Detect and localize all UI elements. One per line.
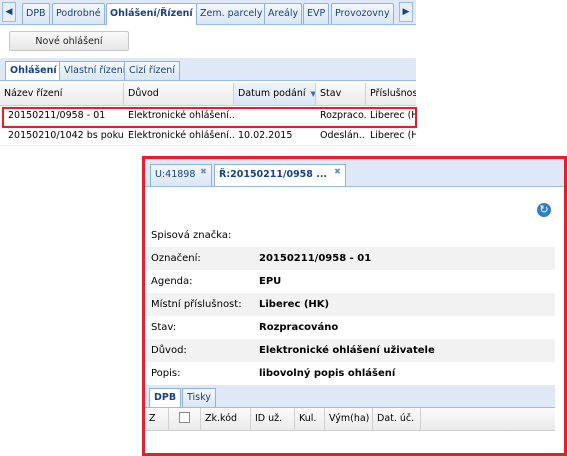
column-header-datum[interactable]: Datum podání ▼ [234,83,316,105]
toolbar: Nové ohlášení [0,25,416,55]
detail-panel: U:41898 ✖ Ř:20150211/0958 ... ✖ ↻ Spisov… [142,156,567,456]
field-duvod: Důvod: Elektronické ohlášení uživatele [145,339,555,362]
select-all-checkbox[interactable] [179,412,190,423]
field-value: Elektronické ohlášení uživatele [259,345,435,356]
tab-user-detail[interactable]: U:41898 ✖ [150,164,212,186]
field-value: EPU [259,276,282,287]
cell-name: 20150210/1042 bs pokus [8,130,124,141]
grid-header: Název řízení Důvod Datum podání ▼ Stav P… [0,83,416,106]
tab-arealy[interactable]: Areály [264,3,303,24]
column-header-datum-label: Datum podání [238,88,306,99]
tabs-scroll-right-icon[interactable]: ▶ [399,2,413,22]
cell-reason: Elektronické ohlášení... [128,130,234,141]
selected-row-highlight [2,107,417,128]
tab-zem-parcely[interactable]: Zem. parcely [196,3,267,24]
field-label: Místní příslušnost: [151,299,242,310]
cell-locality: Liberec (HK) [370,130,416,141]
field-label: Důvod: [151,345,187,356]
column-header-kul[interactable]: Kul. [295,408,325,430]
new-report-button[interactable]: Nové ohlášení [9,31,129,51]
field-label: Spisová značka: [151,230,232,241]
table-row[interactable]: 20150210/1042 bs pokus Elektronické ohlá… [0,126,416,146]
column-header-dat-uc[interactable]: Dat. úč. [373,408,421,430]
close-icon[interactable]: ✖ [199,167,208,176]
tab-evp[interactable]: EVP [303,3,330,24]
field-label: Označení: [151,253,201,264]
field-label: Popis: [151,368,181,379]
tab-rizeni-label: Ř:20150211/0958 ... [219,169,328,180]
column-header-vym[interactable]: Vým(ha) [325,408,373,430]
tab-vlastni-rizeni[interactable]: Vlastní řízení [59,61,131,80]
field-spisova-znacka: Spisová značka: [145,224,555,247]
sub-tab-strip: Ohlášení Vlastní řízení Cizí řízení [0,58,416,81]
field-mistni-prislusnost: Místní příslušnost: Liberec (HK) [145,293,555,316]
detail-tab-strip: U:41898 ✖ Ř:20150211/0958 ... ✖ [145,159,564,187]
tab-ohlaseni-rizeni[interactable]: Ohlášení/Řízení [106,3,197,25]
tab-dpb[interactable]: DPB [22,3,50,24]
field-value: Liberec (HK) [259,299,330,310]
tabs-scroll-left-icon[interactable]: ◀ [2,2,16,22]
column-header-stav[interactable]: Stav [316,83,366,105]
field-value: libovolný popis ohlášení [259,368,396,379]
dpb-grid-header: Z Zk.kód ID už. Kul. Vým(ha) Dat. úč. [145,408,555,431]
field-stav: Stav: Rozpracováno [145,316,555,339]
field-oznaceni: Označení: 20150211/0958 - 01 [145,247,555,270]
tab-provozovny[interactable]: Provozovny [331,3,394,24]
cell-state: Odeslán... [320,130,366,141]
bottom-tab-strip: DPB Tisky [145,385,555,408]
column-header-z[interactable]: Z [145,408,169,430]
top-tab-strip: ◀ DPB Podrobné Ohlášení/Řízení Zem. parc… [0,0,416,25]
column-header-nazev[interactable]: Název řízení [0,83,124,105]
column-header-prislusnost[interactable]: Příslušnost [366,83,416,105]
tab-user-label: U:41898 [155,169,196,180]
tab-rizeni-detail[interactable]: Ř:20150211/0958 ... ✖ [214,164,346,186]
tab-bottom-dpb[interactable]: DPB [149,388,182,407]
field-value: 20150211/0958 - 01 [259,253,372,264]
field-agenda: Agenda: EPU [145,270,555,293]
close-icon[interactable]: ✖ [333,167,342,176]
column-header-zk-kod[interactable]: Zk.kód [201,408,251,430]
column-header-id-uz[interactable]: ID už. [251,408,295,430]
tab-cizi-rizeni[interactable]: Cizí řízení [124,61,180,80]
cell-date: 10.02.2015 [238,130,293,141]
tab-tisky[interactable]: Tisky [182,388,216,407]
field-value: Rozpracováno [259,322,339,333]
field-label: Agenda: [151,276,193,287]
field-popis: Popis: libovolný popis ohlášení [145,362,555,385]
select-all-checkbox-cell[interactable] [169,408,201,430]
column-header-duvod[interactable]: Důvod [124,83,234,105]
tab-podrobne[interactable]: Podrobné [52,3,105,24]
refresh-icon[interactable]: ↻ [537,203,551,217]
tab-ohlaseni[interactable]: Ohlášení [5,61,62,80]
field-label: Stav: [151,322,177,333]
